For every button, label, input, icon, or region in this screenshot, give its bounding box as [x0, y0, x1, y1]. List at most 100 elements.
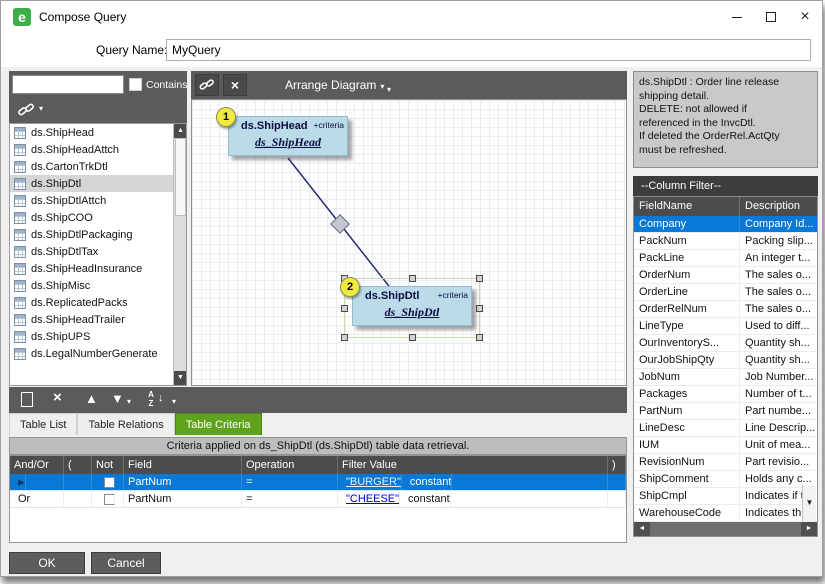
table-grid-icon — [14, 297, 26, 309]
table-list-item[interactable]: ds.CartonTrkDtl — [10, 158, 186, 175]
new-row-icon[interactable] — [21, 392, 33, 407]
table-list-item[interactable]: ds.ShipDtlAttch — [10, 192, 186, 209]
field-row[interactable]: CompanyCompany Id... — [634, 216, 817, 233]
field-row[interactable]: ShipCmplIndicates if t... — [634, 488, 817, 505]
field-cell[interactable]: PartNum — [124, 491, 242, 507]
table-list-item[interactable]: ds.ShipDtlTax — [10, 243, 186, 260]
add-relation-button[interactable] — [195, 74, 219, 96]
sort-dropdown-caret-icon[interactable]: ▾ — [172, 397, 176, 406]
field-row[interactable]: OrderNumThe sales o... — [634, 267, 817, 284]
tab-table-relations[interactable]: Table Relations — [77, 413, 174, 435]
selection-handle[interactable] — [409, 334, 416, 341]
toolbar-overflow-caret-icon[interactable]: ▾ — [387, 85, 391, 94]
close-button[interactable]: × — [788, 1, 822, 33]
field-row[interactable]: ShipCommentHolds any c... — [634, 471, 817, 488]
table-list-item[interactable]: ds.LegalNumberGenerate — [10, 345, 186, 362]
sort-az-icon[interactable]: AZ — [145, 390, 157, 408]
field-row[interactable]: LineDescLine Descrip... — [634, 420, 817, 437]
node-criteria-link[interactable]: +criteria — [314, 120, 344, 130]
maximize-button[interactable] — [754, 1, 788, 33]
operation-cell[interactable]: = — [242, 474, 338, 490]
field-row[interactable]: OurJobShipQtyQuantity sh... — [634, 352, 817, 369]
scrollbar-thumb[interactable] — [650, 522, 801, 536]
field-description: Part revisio... — [740, 454, 817, 470]
scroll-right-icon[interactable]: ► — [801, 522, 817, 536]
fields-horizontal-scrollbar[interactable]: ◄ ► — [634, 522, 817, 536]
selection-handle[interactable] — [476, 275, 483, 282]
arrange-diagram-dropdown[interactable]: Arrange Diagram▾ — [285, 78, 384, 92]
scroll-up-icon[interactable]: ▲ — [174, 124, 187, 138]
field-row[interactable]: PartNumPart numbe... — [634, 403, 817, 420]
filter-value-link[interactable]: "CHEESE" — [342, 491, 400, 507]
column-filter-dropdown[interactable]: --Column Filter-- — [633, 176, 818, 196]
filter-value-suffix: constant — [404, 491, 451, 507]
table-filter-input[interactable] — [12, 75, 124, 94]
table-list-item[interactable]: ds.ShipHeadAttch — [10, 141, 186, 158]
fields-scroll-down-icon[interactable]: ▼ — [802, 485, 816, 521]
move-up-icon[interactable]: ▲ — [85, 391, 98, 406]
table-list-item[interactable]: ds.ShipHead — [10, 124, 186, 141]
field-name: PackLine — [634, 250, 740, 266]
field-row[interactable]: PackagesNumber of t... — [634, 386, 817, 403]
field-row[interactable]: OrderRelNumThe sales o... — [634, 301, 817, 318]
minimize-button[interactable] — [720, 1, 754, 33]
table-list-item[interactable]: ds.ReplicatedPacks — [10, 294, 186, 311]
table-list-item[interactable]: ds.ShipCOO — [10, 209, 186, 226]
delete-node-button[interactable]: × — [223, 74, 247, 96]
link-tables-icon[interactable] — [17, 101, 35, 119]
cancel-button[interactable]: Cancel — [91, 552, 161, 574]
criteria-row[interactable]: ▶PartNum="BURGER"constant — [10, 474, 626, 491]
selection-handle[interactable] — [476, 305, 483, 312]
scroll-down-icon[interactable]: ▼ — [174, 371, 187, 385]
field-row[interactable]: WarehouseCodeIndicates th... — [634, 505, 817, 522]
field-cell[interactable]: PartNum — [124, 474, 242, 490]
field-row[interactable]: PackNumPacking slip... — [634, 233, 817, 250]
table-list-scrollbar[interactable]: ▲ ▼ — [173, 124, 186, 385]
table-grid-icon — [14, 331, 26, 343]
diagram-node-shiphead[interactable]: 1 ds.ShipHead +criteria ds_ShipHead — [228, 116, 348, 156]
not-checkbox[interactable] — [104, 494, 115, 505]
field-row[interactable]: LineTypeUsed to diff... — [634, 318, 817, 335]
field-row[interactable]: JobNumJob Number... — [634, 369, 817, 386]
field-description: Line Descrip... — [740, 420, 817, 436]
tab-table-list[interactable]: Table List — [9, 413, 77, 435]
selection-handle[interactable] — [409, 275, 416, 282]
scroll-left-icon[interactable]: ◄ — [634, 522, 650, 536]
diagram-canvas[interactable]: 1 ds.ShipHead +criteria ds_ShipHead 2 — [191, 99, 627, 386]
description-column-header[interactable]: Description — [740, 197, 817, 216]
fieldname-column-header[interactable]: FieldName — [634, 197, 740, 216]
table-list-item[interactable]: ds.ShipDtl — [10, 175, 186, 192]
table-list-item[interactable]: ds.ShipHeadTrailer — [10, 311, 186, 328]
table-list-item[interactable]: ds.ShipDtlPackaging — [10, 226, 186, 243]
fields-grid: FieldName Description CompanyCompany Id.… — [633, 196, 818, 537]
table-list-item[interactable]: ds.ShipHeadInsurance — [10, 260, 186, 277]
delete-row-icon[interactable]: × — [53, 389, 62, 406]
field-row[interactable]: RevisionNumPart revisio... — [634, 454, 817, 471]
field-row[interactable]: OrderLineThe sales o... — [634, 284, 817, 301]
move-dropdown-caret-icon[interactable]: ▾ — [127, 397, 131, 406]
operation-cell[interactable]: = — [242, 491, 338, 507]
field-row[interactable]: OurInventoryS...Quantity sh... — [634, 335, 817, 352]
ok-button[interactable]: OK — [9, 552, 85, 574]
window-title: Compose Query — [39, 10, 126, 24]
table-list-item[interactable]: ds.ShipMisc — [10, 277, 186, 294]
table-name: ds.ShipHead — [31, 127, 94, 139]
node-criteria-link[interactable]: +criteria — [438, 290, 468, 300]
field-row[interactable]: IUMUnit of mea... — [634, 437, 817, 454]
table-grid-icon — [14, 263, 26, 275]
move-down-icon[interactable]: ▼ — [111, 391, 124, 406]
table-list-item[interactable]: ds.ShipUPS — [10, 328, 186, 345]
diagram-node-shipdtl[interactable]: 2 ds.ShipDtl +criteria ds_ShipDtl — [352, 286, 472, 326]
selection-handle[interactable] — [341, 334, 348, 341]
criteria-row[interactable]: OrPartNum="CHEESE"constant — [10, 491, 626, 508]
not-checkbox[interactable] — [104, 477, 115, 488]
field-row[interactable]: PackLineAn integer t... — [634, 250, 817, 267]
scrollbar-thumb[interactable] — [175, 138, 186, 216]
query-name-input[interactable] — [166, 39, 811, 61]
link-dropdown-caret-icon[interactable]: ▾ — [39, 104, 43, 113]
tab-table-criteria[interactable]: Table Criteria — [175, 413, 262, 435]
contains-checkbox[interactable] — [129, 78, 142, 91]
filter-value-link[interactable]: "BURGER" — [342, 474, 402, 490]
selection-handle[interactable] — [341, 305, 348, 312]
selection-handle[interactable] — [476, 334, 483, 341]
